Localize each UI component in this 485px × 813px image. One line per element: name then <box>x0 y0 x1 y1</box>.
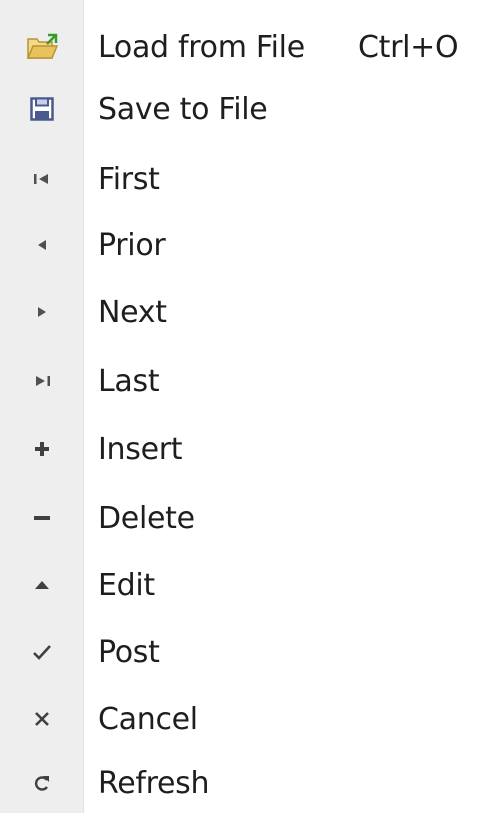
context-menu: Load from File Ctrl+O Save to File First <box>0 0 485 813</box>
cross-icon <box>0 688 84 750</box>
menu-item-label: Load from File <box>98 29 305 65</box>
floppy-disk-icon <box>0 78 84 140</box>
refresh-icon <box>0 752 84 813</box>
last-record-icon <box>0 350 84 412</box>
next-record-icon <box>0 281 84 343</box>
menu-item-refresh[interactable]: Refresh <box>0 752 485 813</box>
menu-item-save-to-file[interactable]: Save to File <box>0 78 485 140</box>
menu-item-label: Next <box>98 294 167 330</box>
menu-item-label: Refresh <box>98 765 210 801</box>
menu-item-cancel[interactable]: Cancel <box>0 688 485 750</box>
minus-icon <box>0 487 84 549</box>
menu-item-label: Cancel <box>98 701 198 737</box>
menu-item-next[interactable]: Next <box>0 281 485 343</box>
folder-open-icon <box>0 16 84 78</box>
menu-item-label: First <box>98 161 160 197</box>
prior-record-icon <box>0 214 84 276</box>
menu-item-insert[interactable]: Insert <box>0 418 485 480</box>
menu-item-label: Delete <box>98 500 195 536</box>
menu-item-first[interactable]: First <box>0 148 485 210</box>
menu-item-delete[interactable]: Delete <box>0 487 485 549</box>
menu-item-label: Prior <box>98 227 166 263</box>
menu-item-label: Save to File <box>98 91 268 127</box>
menu-item-post[interactable]: Post <box>0 621 485 683</box>
menu-item-edit[interactable]: Edit <box>0 554 485 616</box>
menu-item-label: Last <box>98 363 160 399</box>
menu-item-last[interactable]: Last <box>0 350 485 412</box>
plus-icon <box>0 418 84 480</box>
first-record-icon <box>0 148 84 210</box>
menu-item-label: Post <box>98 634 160 670</box>
checkmark-icon <box>0 621 84 683</box>
menu-item-prior[interactable]: Prior <box>0 214 485 276</box>
edit-triangle-icon <box>0 554 84 616</box>
shortcut-label: Ctrl+O <box>358 29 459 65</box>
menu-item-load-from-file[interactable]: Load from File Ctrl+O <box>0 16 485 78</box>
menu-item-label: Edit <box>98 567 155 603</box>
menu-item-label: Insert <box>98 431 183 467</box>
